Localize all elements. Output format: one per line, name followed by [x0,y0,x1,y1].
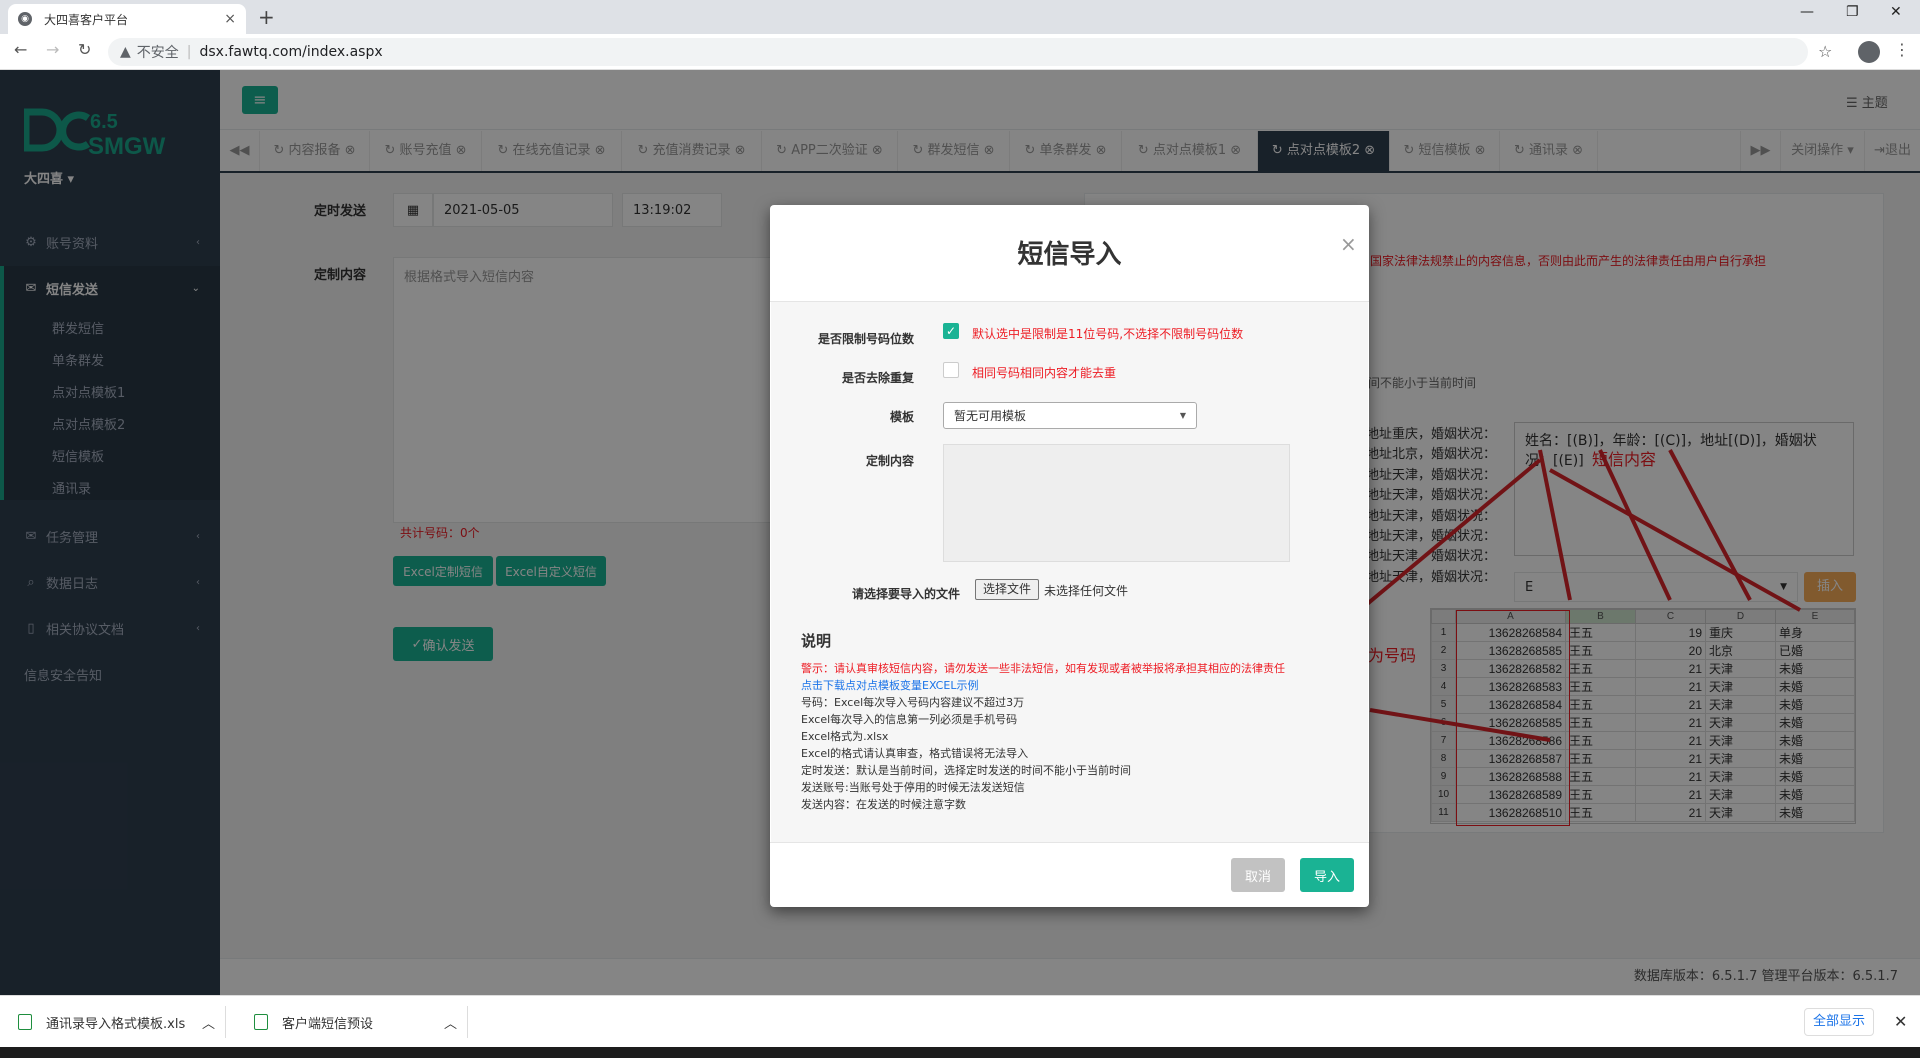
kebab-menu-icon[interactable]: ⋮ [1894,40,1910,59]
import-button[interactable]: 导入 [1300,858,1354,892]
browser-titlebar [0,0,1920,34]
modal-content-textarea[interactable] [943,444,1290,562]
modal-divider [770,842,1369,843]
file-none-text: 未选择任何文件 [1044,584,1129,598]
cancel-button[interactable]: 取消 [1231,858,1285,892]
caret-down-icon: ▼ [1179,411,1186,420]
download-filename: 客户端短信预设 [282,1016,374,1032]
desc-title: 说明 [801,632,832,650]
file-label: 请选择要导入的文件 [852,587,961,601]
warning-icon: ▲ [120,44,131,60]
file-icon [254,1014,268,1030]
window-close-button[interactable]: ✕ [1890,4,1902,20]
globe-icon: ◉ [18,12,32,26]
file-icon [18,1014,32,1030]
note-line: Excel的格式请认真审查，格式错误将无法导入 [801,747,1029,760]
download-item[interactable]: 客户端短信预设 ︿ [234,1006,468,1038]
close-downloads-icon[interactable]: ✕ [1894,1012,1907,1031]
url-text: dsx.fawtq.com/index.aspx [199,44,383,60]
url-separator: | [186,44,192,60]
limit-checkbox[interactable]: ✓ [943,323,959,339]
tab-close-icon[interactable]: × [224,11,236,27]
profile-avatar[interactable] [1858,41,1880,63]
download-item[interactable]: 通讯录导入格式模板.xls ︿ [0,1006,226,1038]
modal-content-label: 定制内容 [865,454,914,468]
modal-title: 短信导入 [1017,240,1122,270]
chevron-up-icon[interactable]: ︿ [202,1013,215,1032]
dedup-note: 相同号码相同内容才能去重 [972,366,1117,380]
note-line: Excel每次导入的信息第一列必须是手机号码 [801,713,1018,726]
note-line: 号码：Excel每次导入号码内容建议不超过3万 [801,696,1025,709]
forward-icon[interactable]: → [46,40,59,59]
template-select[interactable]: 暂无可用模板 ▼ [943,402,1197,429]
new-tab-button[interactable]: + [258,5,275,29]
back-icon[interactable]: ← [14,40,27,59]
browser-tab[interactable]: ◉ 大四喜客户平台 × [8,4,246,34]
limit-note: 默认选中是限制是11位号码,不选择不限制号码位数 [972,327,1244,341]
note-line: Excel格式为.xlsx [801,730,889,743]
dedup-checkbox[interactable] [943,362,959,378]
browser-tab-title: 大四喜客户平台 [44,12,129,27]
close-icon[interactable]: × [1340,232,1357,256]
template-label: 模板 [889,410,914,424]
dedup-label: 是否去除重复 [841,371,914,385]
reload-icon[interactable]: ↻ [78,40,91,59]
note-line: 发送内容：在发送的时候注意字数 [801,798,966,811]
note-line: 定时发送：默认是当前时间，选择定时发送的时间不能小于当前时间 [801,764,1131,777]
limit-label: 是否限制号码位数 [817,332,914,346]
note-line: 发送账号:当账号处于停用的时候无法发送短信 [801,781,1025,794]
desc-warning: 警示：请认真审核短信内容，请勿发送一些非法短信，如有发现或者被举报将承担其相应的… [801,662,1285,675]
os-taskbar [0,1047,1920,1058]
maximize-button[interactable]: ❐ [1846,4,1859,20]
choose-file-button[interactable]: 选择文件 [975,579,1039,600]
template-select-value: 暂无可用模板 [954,409,1027,423]
url-field[interactable]: ▲ 不安全 | dsx.fawtq.com/index.aspx [108,38,1808,66]
insecure-label: 不安全 [136,45,179,61]
star-icon[interactable]: ☆ [1818,42,1832,61]
chevron-up-icon[interactable]: ︿ [444,1013,457,1032]
minimize-button[interactable]: — [1800,4,1814,20]
show-all-downloads-button[interactable]: 全部显示 [1804,1008,1874,1036]
download-filename: 通讯录导入格式模板.xls [46,1016,186,1032]
download-example-link[interactable]: 点击下载点对点模板变量EXCEL示例 [801,677,978,693]
